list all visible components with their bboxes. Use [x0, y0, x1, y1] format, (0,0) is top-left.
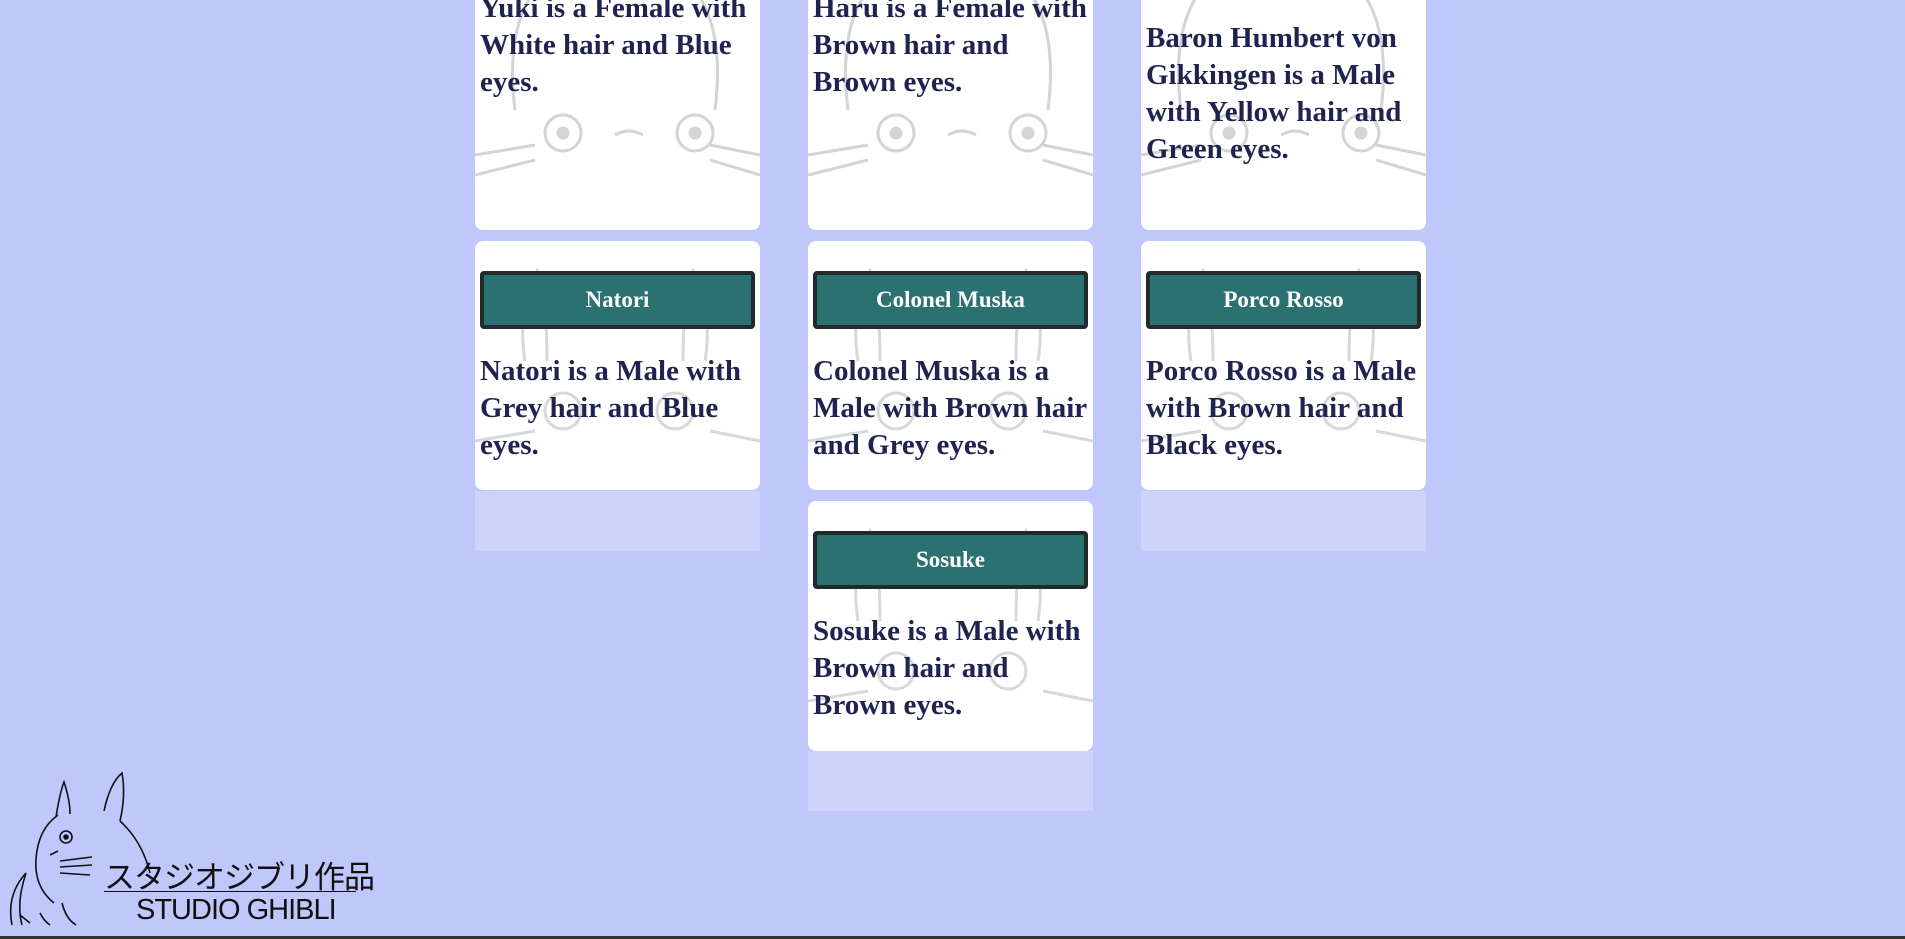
character-description: Colonel Muska is a Male with Brown hair …	[813, 355, 1087, 461]
logo-divider	[104, 891, 356, 892]
character-name-button[interactable]: Natori	[480, 271, 755, 329]
card-placeholder	[475, 491, 760, 551]
card-placeholder	[1141, 491, 1426, 551]
character-name-button[interactable]: Colonel Muska	[813, 271, 1088, 329]
character-description: Natori is a Male with Grey hair and Blue…	[480, 355, 741, 461]
character-card: Porco Rosso Porco Rosso is a Male with B…	[1141, 241, 1426, 490]
character-description: Sosuke is a Male with Brown hair and Bro…	[813, 615, 1081, 721]
character-name-button[interactable]: Sosuke	[813, 531, 1088, 589]
character-card: Yuki is a Female with White hair and Blu…	[475, 0, 760, 230]
character-card: Haru is a Female with Brown hair and Bro…	[808, 0, 1093, 230]
character-description: Porco Rosso is a Male with Brown hair an…	[1146, 355, 1417, 461]
character-card: Colonel Muska Colonel Muska is a Male wi…	[808, 241, 1093, 490]
character-card: Sosuke Sosuke is a Male with Brown hair …	[808, 501, 1093, 751]
page: Yuki is a Female with White hair and Blu…	[0, 0, 1905, 939]
card-placeholder	[808, 751, 1093, 811]
character-description: Baron Humbert von Gikkingen is a Male wi…	[1146, 22, 1402, 165]
character-card: Baron Humbert von Gikkingen is a Male wi…	[1141, 0, 1426, 230]
character-card: Natori Natori is a Male with Grey hair a…	[475, 241, 760, 490]
studio-ghibli-logo: スタジオジブリ作品 STUDIO GHIBLI	[0, 755, 375, 935]
character-description: Yuki is a Female with White hair and Blu…	[480, 0, 747, 98]
character-name-button[interactable]: Porco Rosso	[1146, 271, 1421, 329]
character-description: Haru is a Female with Brown hair and Bro…	[813, 0, 1087, 98]
logo-english-text: STUDIO GHIBLI	[136, 894, 337, 926]
